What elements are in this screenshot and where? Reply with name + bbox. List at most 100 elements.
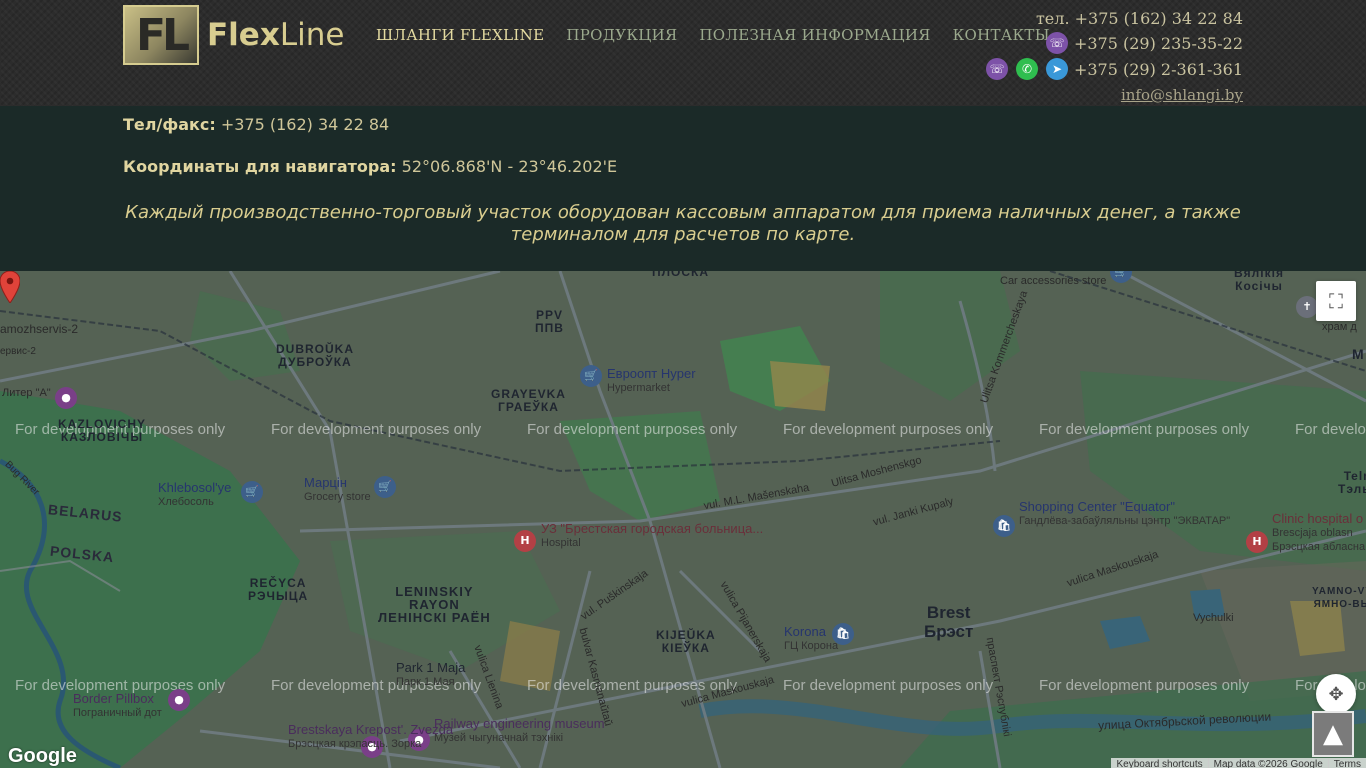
map-label-brest: Brest Брэст <box>924 603 974 641</box>
hospital-icon[interactable]: H <box>1246 531 1268 553</box>
viber-icon[interactable]: ☏ <box>1045 32 1068 54</box>
poi-martsin[interactable]: Марцін Grocery store <box>304 476 371 504</box>
coords-value: 52°06.868'N - 23°46.202'E <box>401 157 618 176</box>
tel-fax-line: Тел/факс: +375 (162) 34 22 84 <box>123 115 389 134</box>
poi-khlebosol-name: Khlebosol'ye <box>158 480 232 495</box>
poi-krepost-sub: Брэсцкая крэпасць. Зорка <box>288 738 422 750</box>
map-data-text: Map data ©2026 Google <box>1207 758 1328 768</box>
contact-row-email: info@shlangi.by <box>978 83 1243 107</box>
contact-row-main: тел. +375 (162) 34 22 84 <box>978 6 1243 30</box>
poi-clinic-name: Clinic hospital o <box>1272 511 1364 526</box>
map-label-leninskiy: LENINSKIY RAYON ЛЕНІНСКІ РАЁН <box>378 584 491 625</box>
location-marker-icon[interactable] <box>0 271 20 303</box>
poi-border-name: Border Pillbox <box>73 691 154 706</box>
poi-evroopt-name: Евроопт Hyper <box>607 366 696 381</box>
contact-info-section: Тел/факс: +375 (162) 34 22 84 Координаты… <box>0 106 1366 271</box>
poi-korona-name: Korona <box>784 624 826 639</box>
poi-khlebosol-sub: Хлебосоль <box>158 496 214 508</box>
logo-mark: FL <box>123 5 199 65</box>
cart-icon[interactable]: 🛒 <box>241 481 263 503</box>
cart-icon[interactable]: 🛒 <box>580 365 602 387</box>
dev-watermark: For development purposes only <box>783 421 994 438</box>
scroll-top-button[interactable]: ▲ <box>1312 711 1354 757</box>
map-label-ploska: ПЛОСКА <box>652 271 710 279</box>
poi-park-sub: Парк 1 Мая <box>396 676 455 688</box>
poi-border-pillbox[interactable]: Border Pillbox Пограничный дот <box>73 692 162 720</box>
pan-icon[interactable]: ✥ <box>1316 674 1356 714</box>
payment-note: Каждый производственно-торговый участок … <box>125 202 1241 245</box>
poi-railway-name: Railway engineering museum <box>434 716 605 731</box>
poi-clinic-sub: Brescjaja oblasn <box>1272 527 1353 539</box>
poi-khlebosol[interactable]: Khlebosol'ye Хлебосоль <box>158 481 231 509</box>
keyboard-shortcuts-link[interactable]: Keyboard shortcuts <box>1111 758 1207 768</box>
map-label-liter-a: Литер "А" <box>2 387 51 399</box>
nav-item-useful-info[interactable]: ПОЛЕЗНАЯ ИНФОРМАЦИЯ <box>699 26 930 44</box>
nav-item-hoses[interactable]: ШЛАНГИ FLEXLINE <box>376 26 544 44</box>
phone-messengers[interactable]: +375 (29) 2-361-361 <box>1074 60 1243 79</box>
contact-row-messengers: ☏ ✆ ➤ +375 (29) 2-361-361 <box>978 56 1243 82</box>
viber-icon[interactable]: ☏ <box>985 58 1008 80</box>
poi-evroopt[interactable]: Евроопт Hyper Hypermarket <box>607 367 696 395</box>
dev-watermark: For development purposes only <box>271 421 482 438</box>
map-label-servis2: ервис-2 <box>0 346 36 357</box>
dev-watermark: For development purposes only <box>527 421 738 438</box>
poi-korona[interactable]: Korona ГЦ Корона <box>784 625 838 653</box>
map-label-tamozhservis: amozhservis-2 <box>0 322 79 336</box>
poi-hospital-name: УЗ "Брестская городская больница... <box>541 521 764 536</box>
poi-equator-name: Shopping Center "Equator" <box>1019 499 1175 514</box>
dev-watermark: For development purposes only <box>1039 421 1250 438</box>
contact-row-viber: ☏ +375 (29) 235-35-22 <box>978 31 1243 55</box>
google-map[interactable]: For development purposes only For develo… <box>0 271 1366 768</box>
poi-martsin-type: Grocery store <box>304 491 371 503</box>
poi-krepost-name: Brestskaya Krepost'. Zvezda <box>288 722 454 737</box>
map-label-vychulki: Vychulki <box>1193 612 1234 624</box>
logo-text-bold: Flex <box>207 17 280 53</box>
map-label-kazlovichy: KAZLOVICHY КАЗЛОВІЧЫ <box>58 417 146 444</box>
fullscreen-icon[interactable]: ⛶ <box>1316 281 1356 321</box>
poi-equator-sub: Гандлёва-забаўляльны цэнтр "ЭКВАТАР" <box>1019 515 1231 527</box>
poi-railway-sub: Музей чыгуначнай тэхнікі <box>434 732 564 744</box>
map-label-dubrouka: DUBROŬKA ДУБРОЎКА <box>276 342 354 369</box>
poi-border-sub: Пограничный дот <box>73 707 162 719</box>
logo-wordmark: FlexLine <box>207 17 344 53</box>
main-nav: ШЛАНГИ FLEXLINE ПРОДУКЦИЯ ПОЛЕЗНАЯ ИНФОР… <box>376 26 1050 44</box>
poi-martsin-name: Марцін <box>304 475 347 490</box>
map-attribution: Keyboard shortcuts Map data ©2026 Google… <box>1111 758 1366 768</box>
poi-hospital-type: Hospital <box>541 537 581 549</box>
poi-park[interactable]: Park 1 Maja Парк 1 Мая <box>396 661 465 689</box>
tel-fax-value: +375 (162) 34 22 84 <box>220 115 390 134</box>
coords-label: Координаты для навигатора: <box>123 157 397 176</box>
church-icon[interactable]: ✝ <box>1296 296 1318 318</box>
cart-icon[interactable]: 🛒 <box>374 476 396 498</box>
phone-viber[interactable]: +375 (29) 235-35-22 <box>1074 34 1243 53</box>
poi-krepost[interactable]: Brestskaya Krepost'. Zvezda Брэсцкая крэ… <box>288 723 453 751</box>
poi-equator[interactable]: Shopping Center "Equator" Гандлёва-забаў… <box>1019 500 1230 528</box>
dev-watermark: For development purposes only <box>1039 677 1250 694</box>
dev-watermark: For development purposes only <box>1295 421 1366 438</box>
header-contacts: тел. +375 (162) 34 22 84 ☏ +375 (29) 235… <box>978 6 1243 108</box>
poi-clinic[interactable]: Clinic hospital o Brescjaja oblasn Брэсц… <box>1272 512 1366 554</box>
terms-link[interactable]: Terms <box>1327 758 1366 768</box>
telegram-icon[interactable]: ➤ <box>1045 58 1068 80</box>
poi-pin-icon[interactable]: ● <box>55 387 77 409</box>
phone-main[interactable]: тел. +375 (162) 34 22 84 <box>1036 9 1243 28</box>
whatsapp-icon[interactable]: ✆ <box>1015 58 1038 80</box>
poi-railway-museum[interactable]: Railway engineering museum Музей чыгунач… <box>434 717 605 745</box>
poi-hospital[interactable]: УЗ "Брестская городская больница... Hosp… <box>541 522 763 550</box>
map-label-vulki: Вялікія Косічы <box>1234 271 1284 293</box>
coords-line: Координаты для навигатора: 52°06.868'N -… <box>123 157 617 176</box>
poi-park-name: Park 1 Maja <box>396 660 466 675</box>
hospital-icon[interactable]: H <box>514 530 536 552</box>
email-link[interactable]: info@shlangi.by <box>1121 86 1243 104</box>
map-label-khram: храм д <box>1322 321 1357 333</box>
map-label-car-accessories: Car accessories store <box>1000 275 1107 287</box>
poi-korona-sub: ГЦ Корона <box>784 640 839 652</box>
map-label-rechytsa: REČYCA РЭЧЫЦА <box>248 576 309 603</box>
site-logo[interactable]: FL FlexLine <box>123 5 344 65</box>
nav-item-products[interactable]: ПРОДУКЦИЯ <box>566 26 677 44</box>
map-label-m-edge: M <box>1352 346 1364 362</box>
map-label-grayevka: GRAYEVKA ГРАЕЎКА <box>491 387 566 414</box>
poi-pin-icon[interactable]: ● <box>168 689 190 711</box>
poi-clinic-sub2: Брэсцкая абласна клінічная бальні <box>1272 541 1366 553</box>
shopping-bag-icon[interactable]: 🛍 <box>993 515 1015 537</box>
